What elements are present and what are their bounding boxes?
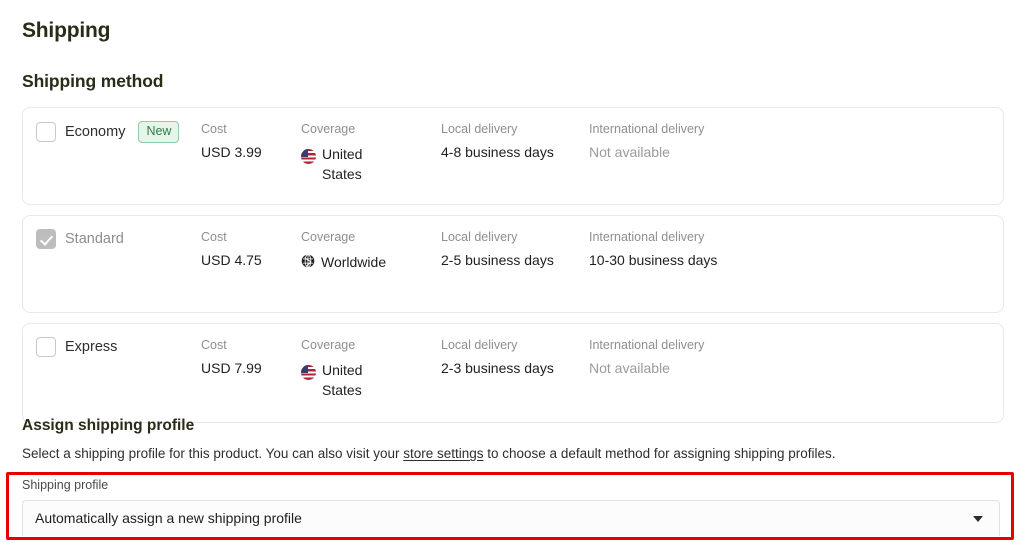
local-delivery-column-header: Local delivery	[441, 122, 518, 136]
shipping-profile-select[interactable]: Automatically assign a new shipping prof…	[22, 500, 1000, 536]
local-delivery-value: 2-3 business days	[441, 360, 554, 376]
coverage-text: United States	[322, 362, 363, 399]
shipping-method-row-express[interactable]: Express Cost USD 7.99 Coverage United St…	[22, 323, 1004, 423]
us-flag-icon	[301, 149, 316, 164]
international-delivery-column: International delivery Not available	[589, 338, 829, 376]
method-label: Economy	[65, 123, 126, 140]
international-delivery-column-header: International delivery	[589, 122, 705, 136]
local-delivery-value: 4-8 business days	[441, 144, 554, 160]
international-delivery-value: Not available	[589, 360, 670, 376]
international-delivery-column: International delivery Not available	[589, 122, 829, 160]
shipping-profile-selected-value: Automatically assign a new shipping prof…	[35, 510, 302, 526]
coverage-value: United States	[301, 144, 451, 185]
checkbox-standard[interactable]	[36, 229, 56, 249]
shipping-method-heading: Shipping method	[22, 71, 164, 91]
local-delivery-column: Local delivery 4-8 business days	[441, 122, 581, 160]
us-flag-icon	[301, 365, 316, 380]
cost-value: USD 7.99	[201, 360, 262, 376]
checkbox-economy[interactable]	[36, 121, 56, 142]
international-delivery-column: International delivery 10-30 business da…	[589, 230, 829, 268]
store-settings-link[interactable]: store settings	[403, 446, 483, 461]
international-delivery-column-header: International delivery	[589, 338, 705, 352]
new-badge: New	[138, 121, 180, 143]
description-text-after: to choose a default method for assigning…	[483, 446, 836, 461]
method-label: Express	[65, 339, 118, 355]
cost-column: Cost USD 4.75	[201, 230, 297, 268]
assign-profile-description: Select a shipping profile for this produ…	[22, 446, 836, 461]
method-name-group[interactable]: Express	[36, 337, 117, 357]
method-name-group[interactable]: Standard	[36, 229, 124, 249]
method-label: Standard	[65, 231, 124, 247]
local-delivery-column-header: Local delivery	[441, 230, 518, 244]
assign-profile-heading: Assign shipping profile	[22, 417, 195, 434]
method-name-group[interactable]: Economy New	[36, 121, 180, 143]
local-delivery-value: 2-5 business days	[441, 252, 554, 268]
coverage-text: Worldwide	[321, 254, 387, 270]
international-delivery-value: Not available	[589, 144, 670, 160]
cost-column: Cost USD 3.99	[201, 122, 297, 160]
coverage-column: Coverage United States	[301, 338, 451, 401]
cost-column-header: Cost	[201, 122, 227, 136]
local-delivery-column: Local delivery 2-5 business days	[441, 230, 581, 268]
local-delivery-column: Local delivery 2-3 business days	[441, 338, 581, 376]
shipping-settings-page: Shipping Shipping method Economy New Cos…	[0, 0, 1024, 543]
shipping-profile-label: Shipping profile	[22, 478, 109, 492]
coverage-column-header: Coverage	[301, 230, 356, 244]
coverage-column: Coverage Worldwide	[301, 230, 451, 272]
cost-column: Cost USD 7.99	[201, 338, 297, 376]
shipping-method-list: Economy New Cost USD 3.99 Coverage Unite…	[22, 107, 1004, 433]
cost-column-header: Cost	[201, 230, 227, 244]
coverage-column: Coverage United States	[301, 122, 451, 185]
cost-column-header: Cost	[201, 338, 227, 352]
chevron-down-icon[interactable]	[973, 516, 983, 522]
coverage-column-header: Coverage	[301, 122, 356, 136]
page-title: Shipping	[22, 19, 111, 42]
local-delivery-column-header: Local delivery	[441, 338, 518, 352]
coverage-column-header: Coverage	[301, 338, 356, 352]
cost-value: USD 3.99	[201, 144, 262, 160]
coverage-value: United States	[301, 360, 451, 401]
cost-value: USD 4.75	[201, 252, 262, 268]
coverage-text: United States	[322, 146, 363, 183]
coverage-value: Worldwide	[301, 252, 451, 272]
shipping-method-row-economy[interactable]: Economy New Cost USD 3.99 Coverage Unite…	[22, 107, 1004, 205]
globe-icon	[301, 254, 315, 268]
description-text-before: Select a shipping profile for this produ…	[22, 446, 404, 461]
international-delivery-value: 10-30 business days	[589, 252, 718, 268]
shipping-method-row-standard[interactable]: Standard Cost USD 4.75 Coverage Worldwid…	[22, 215, 1004, 313]
international-delivery-column-header: International delivery	[589, 230, 705, 244]
checkbox-express[interactable]	[36, 337, 56, 357]
